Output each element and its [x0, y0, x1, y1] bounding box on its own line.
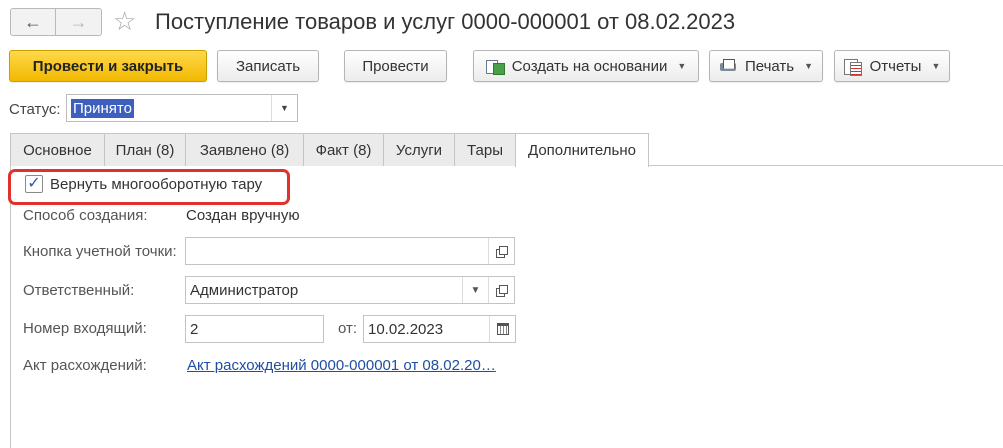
discrepancy-act-link[interactable]: Акт расхождений 0000-000001 от 08.02.20… — [187, 356, 496, 376]
create-based-on-button[interactable]: Создать на основании ▼ — [473, 50, 699, 82]
calendar-button[interactable] — [489, 316, 515, 342]
create-based-on-icon — [485, 58, 505, 75]
chevron-down-icon: ▼ — [677, 61, 687, 71]
tab-label: Основное — [23, 141, 92, 159]
account-point-label: Кнопка учетной точки: — [23, 243, 177, 260]
reports-button[interactable]: Отчеты ▼ — [834, 50, 950, 82]
responsible-field[interactable]: Администратор ▼ — [185, 276, 515, 304]
creation-method-label: Способ создания: — [23, 207, 148, 224]
open-icon — [496, 245, 508, 258]
tab-label: Заявлено (8) — [199, 141, 290, 159]
tab-declared[interactable]: Заявлено (8) — [185, 133, 304, 166]
tab-plan[interactable]: План (8) — [104, 133, 186, 166]
tab-services[interactable]: Услуги — [383, 133, 455, 166]
print-button[interactable]: Печать ▼ — [709, 50, 823, 82]
checkmark-icon: ✓ — [27, 175, 41, 192]
date-value: 10.02.2023 — [368, 321, 444, 338]
content-border — [10, 166, 11, 448]
chevron-down-icon[interactable]: ▼ — [271, 95, 297, 121]
report-icon — [843, 58, 862, 76]
calendar-icon — [496, 323, 509, 335]
post-label: Провести — [362, 57, 429, 75]
post-button[interactable]: Провести — [344, 50, 447, 82]
responsible-value: Администратор — [190, 282, 299, 299]
responsible-label: Ответственный: — [23, 282, 135, 299]
tab-tare[interactable]: Тары — [454, 133, 516, 166]
tab-label: План (8) — [115, 141, 175, 159]
page-title: Поступление товаров и услуг 0000-000001 … — [155, 9, 736, 34]
incoming-number-value: 2 — [190, 321, 199, 338]
post-and-close-label: Провести и закрыть — [32, 57, 184, 75]
date-from-label: от: — [338, 320, 358, 337]
status-value: Принято — [71, 99, 134, 118]
arrow-left-icon: ← — [24, 11, 42, 32]
tab-additional[interactable]: Дополнительно — [515, 133, 649, 167]
print-label: Печать — [744, 57, 795, 75]
tab-label: Услуги — [395, 141, 443, 159]
favorite-star-icon[interactable]: ☆ — [113, 6, 136, 36]
status-label: Статус: — [9, 101, 61, 118]
discrepancy-act-label: Акт расхождений: — [23, 357, 147, 374]
tab-main[interactable]: Основное — [10, 133, 105, 166]
account-point-field[interactable] — [185, 237, 515, 265]
return-tare-label[interactable]: Вернуть многооборотную тару — [50, 175, 262, 195]
tab-fact[interactable]: Факт (8) — [303, 133, 384, 166]
back-button[interactable]: ← — [10, 8, 56, 36]
arrow-right-icon: → — [69, 11, 88, 32]
tab-label: Факт (8) — [315, 141, 372, 159]
open-button[interactable] — [488, 238, 514, 264]
save-label: Записать — [235, 57, 301, 75]
chevron-down-icon[interactable]: ▼ — [462, 277, 488, 303]
date-field[interactable]: 10.02.2023 — [363, 315, 516, 343]
post-and-close-button[interactable]: Провести и закрыть — [9, 50, 207, 82]
return-tare-checkbox[interactable]: ✓ — [25, 175, 43, 193]
reports-label: Отчеты — [869, 57, 922, 75]
open-icon — [496, 284, 508, 297]
open-button[interactable] — [488, 277, 514, 303]
tab-label: Дополнительно — [528, 142, 636, 159]
printer-icon — [719, 58, 737, 74]
chevron-down-icon: ▼ — [804, 61, 814, 71]
forward-button[interactable]: → — [56, 8, 102, 36]
incoming-number-label: Номер входящий: — [23, 320, 147, 337]
status-select[interactable]: Принято ▼ — [66, 94, 298, 122]
tab-label: Тары — [467, 141, 503, 159]
incoming-number-field[interactable]: 2 — [185, 315, 324, 343]
tab-bar: Основное План (8) Заявлено (8) Факт (8) … — [10, 133, 649, 167]
creation-method-value: Создан вручную — [186, 207, 300, 224]
chevron-down-icon: ▼ — [931, 61, 941, 71]
create-based-on-label: Создать на основании — [511, 57, 668, 75]
save-button[interactable]: Записать — [217, 50, 319, 82]
navigation-buttons: ← → — [10, 8, 102, 36]
